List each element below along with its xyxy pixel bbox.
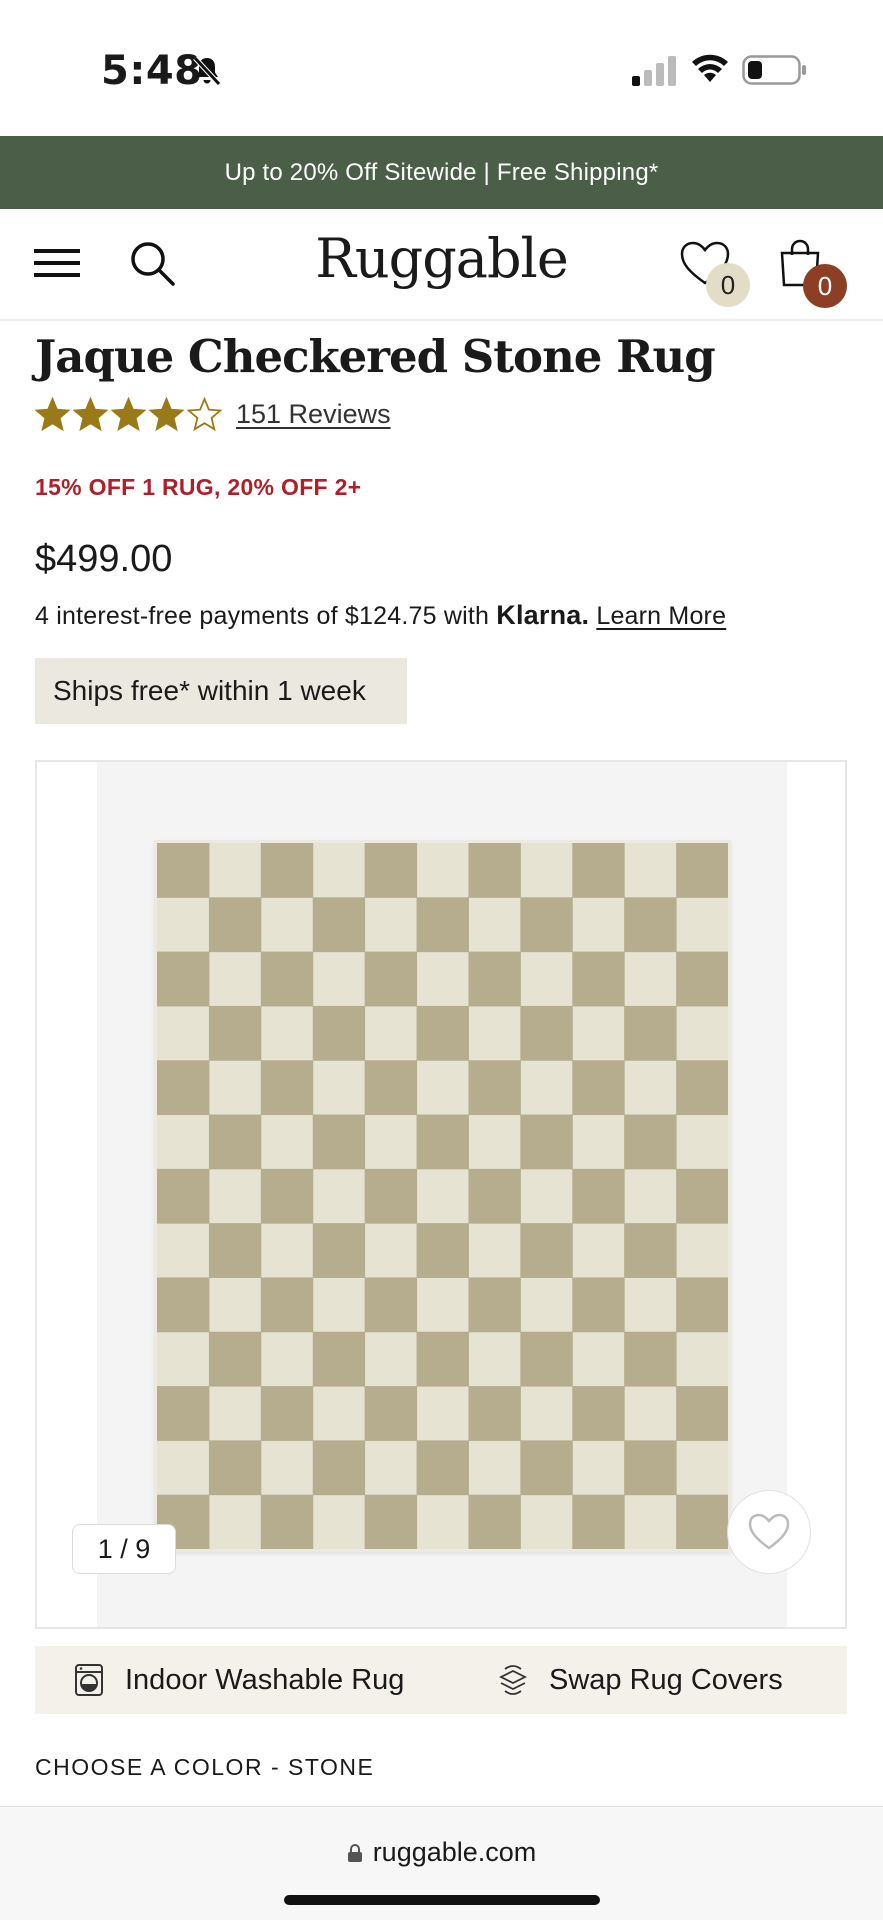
feature-swap: Swap Rug Covers: [497, 1646, 783, 1714]
promo-banner-text: Up to 20% Off Sitewide | Free Shipping*: [224, 158, 659, 186]
discount-promo: 15% OFF 1 RUG, 20% OFF 2+: [35, 474, 362, 500]
signal-icon: [632, 56, 676, 86]
status-time: 5:48: [101, 48, 203, 94]
star-filled-icon: [149, 396, 184, 431]
rug-product-image[interactable]: [154, 840, 731, 1552]
lock-icon: [347, 1843, 362, 1862]
brand-logo[interactable]: Ruggable: [0, 227, 883, 290]
url-row[interactable]: ruggable.com: [0, 1837, 883, 1868]
swap-layers-icon: [498, 1665, 528, 1695]
site-header: Ruggable 0 0: [0, 209, 883, 321]
add-to-favorites-button[interactable]: [727, 1490, 811, 1574]
bell-muted-icon: [193, 56, 221, 86]
product-title: Jaque Checkered Stone Rug: [35, 330, 716, 383]
image-counter: 1 / 9: [72, 1524, 176, 1574]
home-indicator[interactable]: [284, 1895, 600, 1905]
feature-swap-label: Swap Rug Covers: [549, 1663, 783, 1696]
product-price: $499.00: [35, 538, 173, 580]
heart-icon: [748, 1513, 790, 1550]
feature-strip: Indoor Washable Rug Swap Rug Covers: [35, 1646, 847, 1714]
feature-washable: Indoor Washable Rug: [73, 1646, 404, 1714]
rating-row: 151 Reviews: [35, 392, 391, 436]
wishlist-count-badge: 0: [706, 263, 750, 307]
browser-address-bar[interactable]: ruggable.com: [0, 1806, 883, 1920]
klarna-financing: 4 interest-free payments of $124.75 with…: [35, 600, 726, 631]
shipping-badge-text: Ships free* within 1 week: [53, 675, 366, 706]
learn-more-link[interactable]: Learn More: [596, 602, 726, 630]
klarna-text: 4 interest-free payments of $124.75 with: [35, 602, 490, 630]
image-counter-text: 1 / 9: [97, 1533, 151, 1564]
status-bar: 5:48: [0, 0, 883, 136]
color-selector-label: CHOOSE A COLOR - STONE: [35, 1754, 375, 1780]
wifi-icon: [692, 54, 728, 82]
reviews-link[interactable]: 151 Reviews: [236, 399, 391, 430]
url-text: ruggable.com: [372, 1837, 537, 1867]
star-filled-icon: [73, 396, 108, 431]
cart-count-badge: 0: [803, 264, 847, 308]
washing-machine-icon: [75, 1664, 103, 1696]
star-filled-icon: [111, 396, 146, 431]
battery-icon: [742, 55, 806, 85]
star-empty-icon: [187, 396, 222, 431]
klarna-logo: Klarna.: [496, 600, 590, 630]
promo-banner[interactable]: Up to 20% Off Sitewide | Free Shipping*: [0, 136, 883, 209]
rating-stars[interactable]: [35, 396, 222, 432]
shipping-badge: Ships free* within 1 week: [35, 658, 407, 724]
product-image-gallery[interactable]: 1 / 9: [35, 760, 847, 1629]
checkered-rug-pattern: [157, 843, 728, 1549]
star-filled-icon: [35, 396, 70, 431]
feature-washable-label: Indoor Washable Rug: [125, 1663, 405, 1696]
